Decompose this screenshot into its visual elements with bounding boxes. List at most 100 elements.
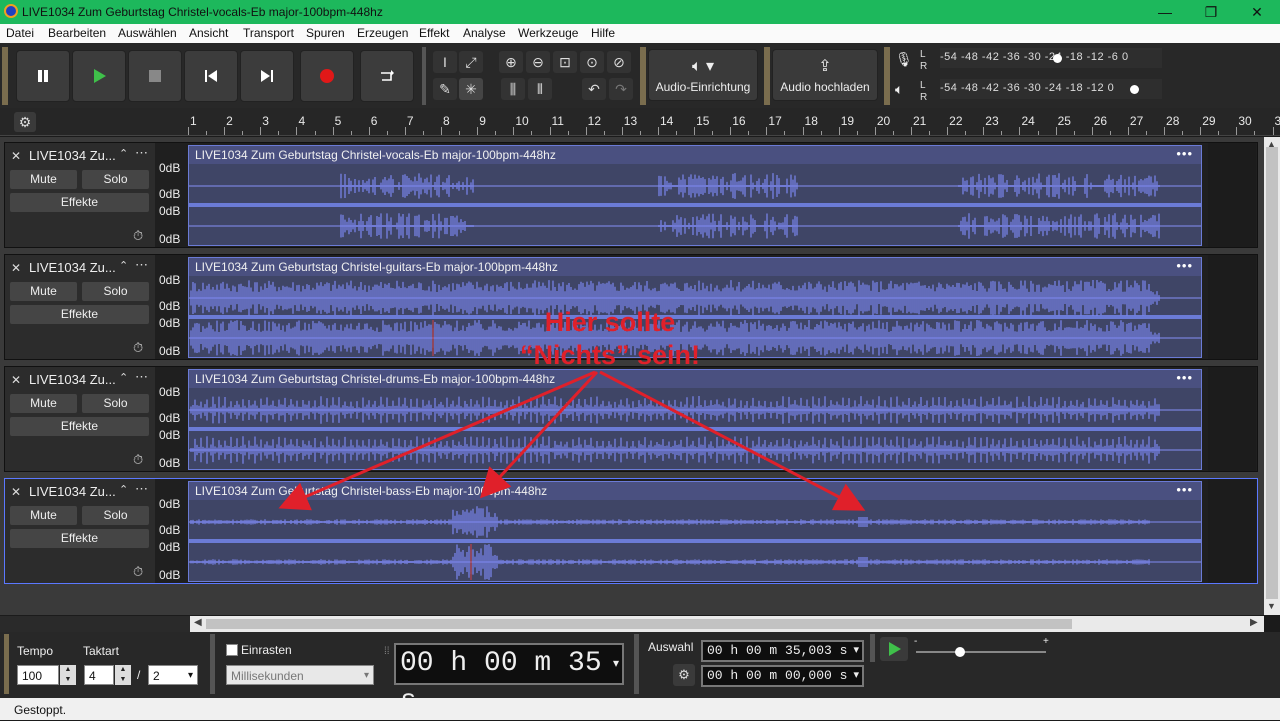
- track-control-panel[interactable]: ✕ LIVE1034 Zu... ⌃ ⋯ Mute Solo Effekte ⏱…: [5, 367, 155, 471]
- track-1[interactable]: ✕ LIVE1034 Zu... ⌃ ⋯ Mute Solo Effekte ⏱…: [4, 142, 1258, 248]
- scroll-left-icon[interactable]: ◀: [194, 617, 202, 628]
- trim-audio-icon[interactable]: ⫼: [501, 78, 525, 100]
- track-menu-icon[interactable]: ⋯: [135, 257, 148, 273]
- track-menu-icon[interactable]: ⋯: [135, 369, 148, 385]
- snap-checkbox[interactable]: [226, 644, 238, 656]
- collapse-icon[interactable]: ⌃: [119, 483, 128, 496]
- effects-button[interactable]: Effekte: [10, 417, 149, 436]
- horizontal-scrollbar[interactable]: ◀ ▶: [190, 616, 1264, 632]
- mute-button[interactable]: Mute: [10, 506, 77, 525]
- draw-tool-icon[interactable]: ✎: [433, 78, 457, 100]
- solo-button[interactable]: Solo: [82, 506, 149, 525]
- effects-button[interactable]: Effekte: [10, 193, 149, 212]
- track-name[interactable]: LIVE1034 Zu...: [29, 260, 116, 275]
- clip-title[interactable]: LIVE1034 Zum Geburtstag Christel-bass-Eb…: [189, 482, 1201, 500]
- clip-menu-icon[interactable]: •••: [1176, 482, 1193, 497]
- track-name[interactable]: LIVE1034 Zu...: [29, 484, 116, 499]
- silence-audio-icon[interactable]: ⫴: [528, 78, 552, 100]
- solo-button[interactable]: Solo: [82, 282, 149, 301]
- menu-analyze[interactable]: Analyse: [463, 26, 506, 40]
- playback-meter[interactable]: -54 -48 -42 -36 -30 -24 -18 -12 0: [940, 79, 1162, 99]
- close-track-icon[interactable]: ✕: [11, 373, 21, 387]
- record-button[interactable]: [300, 50, 354, 102]
- track-control-panel[interactable]: ✕ LIVE1034 Zu... ⌃ ⋯ Mute Solo Effekte ⏱…: [5, 143, 155, 247]
- timeline-ruler[interactable]: ⚙ 12345678910111213141516171819202122232…: [0, 108, 1280, 136]
- vertical-scroll-thumb[interactable]: [1266, 147, 1278, 599]
- speed-slider-track[interactable]: [916, 651, 1046, 653]
- loop-button[interactable]: [360, 50, 414, 102]
- close-track-icon[interactable]: ✕: [11, 149, 21, 163]
- effects-button[interactable]: Effekte: [10, 305, 149, 324]
- collapse-icon[interactable]: ⌃: [119, 259, 128, 272]
- menu-tracks[interactable]: Spuren: [306, 26, 345, 40]
- mute-button[interactable]: Mute: [10, 394, 77, 413]
- track-name[interactable]: LIVE1034 Zu...: [29, 148, 116, 163]
- selection-grip[interactable]: [634, 634, 639, 694]
- toolbar-grip[interactable]: [2, 47, 8, 105]
- track-menu-icon[interactable]: ⋯: [135, 145, 148, 161]
- clip-menu-icon[interactable]: •••: [1176, 370, 1193, 385]
- clip-menu-icon[interactable]: •••: [1176, 146, 1193, 161]
- menu-effect[interactable]: Effekt: [419, 26, 449, 40]
- snap-unit-select[interactable]: Millisekunden▾: [226, 665, 374, 685]
- selection-end-field[interactable]: 00 h 00 m 00,000 s▾: [701, 665, 864, 687]
- maximize-button[interactable]: ❐: [1188, 0, 1234, 24]
- tempo-input[interactable]: 100: [17, 665, 59, 685]
- collapse-icon[interactable]: ⌃: [119, 371, 128, 384]
- speaker-meter-icon[interactable]: 🔈︎: [895, 81, 915, 101]
- envelope-tool-icon[interactable]: ⤢: [459, 51, 483, 73]
- minimize-button[interactable]: —: [1142, 0, 1188, 24]
- track-menu-icon[interactable]: ⋯: [135, 481, 148, 497]
- bottom-grip[interactable]: [4, 634, 9, 694]
- solo-button[interactable]: Solo: [82, 394, 149, 413]
- snap-grip[interactable]: [210, 634, 215, 694]
- redo-icon[interactable]: ↷: [609, 78, 633, 100]
- meter-grip[interactable]: [884, 47, 890, 105]
- menu-view[interactable]: Ansicht: [189, 26, 228, 40]
- selection-start-field[interactable]: 00 h 00 m 35,003 s▾: [701, 640, 864, 662]
- menu-edit[interactable]: Bearbeiten: [48, 26, 106, 40]
- selection-settings-gear-icon[interactable]: ⚙: [673, 664, 695, 686]
- numerator-stepper[interactable]: ▲▼: [115, 665, 131, 685]
- menu-file[interactable]: Datei: [6, 26, 34, 40]
- fit-selection-icon[interactable]: ⊡: [553, 51, 577, 73]
- mute-button[interactable]: Mute: [10, 170, 77, 189]
- close-track-icon[interactable]: ✕: [11, 485, 21, 499]
- clip-title[interactable]: LIVE1034 Zum Geburtstag Christel-guitars…: [189, 258, 1201, 276]
- clip-menu-icon[interactable]: •••: [1176, 258, 1193, 273]
- share-grip[interactable]: [764, 47, 770, 105]
- stop-button[interactable]: [128, 50, 182, 102]
- share-audio-button[interactable]: ⇪Audio hochladen: [772, 49, 878, 101]
- close-button[interactable]: ✕: [1234, 0, 1280, 24]
- tempo-stepper[interactable]: ▲▼: [60, 665, 76, 685]
- audio-clip[interactable]: LIVE1034 Zum Geburtstag Christel-vocals-…: [188, 145, 1202, 246]
- play-at-speed-grip[interactable]: [870, 634, 875, 662]
- track-4[interactable]: ✕ LIVE1034 Zu... ⌃ ⋯ Mute Solo Effekte ⏱…: [4, 478, 1258, 584]
- effects-button[interactable]: Effekte: [10, 529, 149, 548]
- vertical-scrollbar[interactable]: ▲ ▼: [1264, 137, 1280, 615]
- time-signature-numerator[interactable]: 4: [84, 665, 114, 685]
- audio-clip[interactable]: LIVE1034 Zum Geburtstag Christel-bass-Eb…: [188, 481, 1202, 582]
- track-control-panel[interactable]: ✕ LIVE1034 Zu... ⌃ ⋯ Mute Solo Effekte ⏱…: [5, 255, 155, 359]
- play-at-speed-button[interactable]: [880, 637, 908, 661]
- menu-generate[interactable]: Erzeugen: [357, 26, 408, 40]
- multi-tool-icon[interactable]: ✳: [459, 78, 483, 100]
- time-grip[interactable]: ⁞⁞: [384, 646, 390, 686]
- clip-title[interactable]: LIVE1034 Zum Geburtstag Christel-drums-E…: [189, 370, 1201, 388]
- mute-button[interactable]: Mute: [10, 282, 77, 301]
- audio-clip[interactable]: LIVE1034 Zum Geburtstag Christel-drums-E…: [188, 369, 1202, 470]
- zoom-out-icon[interactable]: ⊖: [526, 51, 550, 73]
- collapse-icon[interactable]: ⌃: [119, 147, 128, 160]
- audio-setup-grip[interactable]: [640, 47, 646, 105]
- horizontal-scroll-thumb[interactable]: [206, 619, 1072, 629]
- zoom-toggle-icon[interactable]: ⊘: [607, 51, 631, 73]
- time-signature-denominator[interactable]: 2▾: [148, 665, 198, 685]
- track-3[interactable]: ✕ LIVE1034 Zu... ⌃ ⋯ Mute Solo Effekte ⏱…: [4, 366, 1258, 472]
- track-name[interactable]: LIVE1034 Zu...: [29, 372, 116, 387]
- close-track-icon[interactable]: ✕: [11, 261, 21, 275]
- track-area[interactable]: ✕ LIVE1034 Zu... ⌃ ⋯ Mute Solo Effekte ⏱…: [0, 137, 1264, 615]
- track-control-panel[interactable]: ✕ LIVE1034 Zu... ⌃ ⋯ Mute Solo Effekte ⏱…: [5, 479, 155, 583]
- scroll-down-icon[interactable]: ▼: [1267, 601, 1276, 611]
- time-display[interactable]: 00 h 00 m 35 s▾: [394, 643, 624, 685]
- fit-project-icon[interactable]: ⊙: [580, 51, 604, 73]
